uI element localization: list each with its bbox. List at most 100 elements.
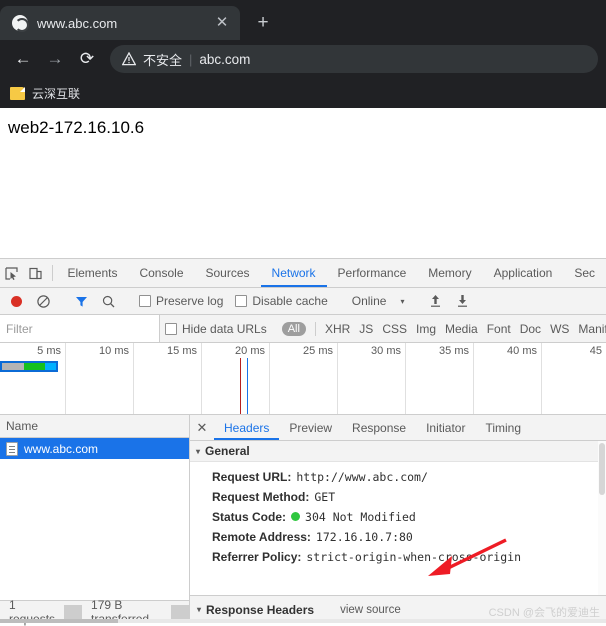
clear-button[interactable] bbox=[31, 290, 56, 312]
forward-button[interactable]: → bbox=[40, 44, 70, 74]
url-text: abc.com bbox=[199, 52, 250, 67]
network-filter-bar: Hide data URLs All XHR JS CSS Img Media … bbox=[0, 315, 606, 343]
new-tab-button[interactable]: + bbox=[246, 8, 280, 38]
warning-triangle-icon bbox=[122, 52, 136, 66]
general-rows: Request URL: http://www.abc.com/ Request… bbox=[190, 462, 606, 567]
header-key: Request Method: bbox=[212, 487, 309, 507]
preserve-log-label: Preserve log bbox=[156, 294, 223, 308]
filter-type-media[interactable]: Media bbox=[445, 322, 478, 336]
header-row-remote-address: Remote Address: 172.16.10.7:80 bbox=[212, 527, 606, 547]
request-details-pane: ✕ Headers Preview Response Initiator Tim… bbox=[190, 415, 606, 623]
devtools-tab-network[interactable]: Network bbox=[261, 259, 327, 287]
devtools-tab-performance[interactable]: Performance bbox=[327, 259, 418, 287]
tab-strip: www.abc.com ✕ + bbox=[0, 0, 606, 40]
export-har-icon[interactable] bbox=[450, 290, 475, 312]
reload-button[interactable]: ⟳ bbox=[72, 44, 102, 74]
tab-title: www.abc.com bbox=[37, 16, 203, 31]
devtools-panel: Elements Console Sources Network Perform… bbox=[0, 258, 606, 623]
filter-button[interactable] bbox=[69, 290, 94, 312]
security-status-text: 不安全 bbox=[143, 50, 182, 69]
devtools-tab-security[interactable]: Sec bbox=[563, 259, 606, 287]
devtools-tab-sources[interactable]: Sources bbox=[195, 259, 261, 287]
response-headers-title: Response Headers bbox=[206, 603, 314, 617]
table-row[interactable]: www.abc.com bbox=[0, 438, 189, 459]
search-button[interactable] bbox=[96, 290, 121, 312]
filter-type-doc[interactable]: Doc bbox=[520, 322, 541, 336]
devtools-tab-application[interactable]: Application bbox=[483, 259, 564, 287]
header-key: Status Code: bbox=[212, 507, 286, 527]
filter-divider bbox=[315, 322, 316, 336]
timeline-tick-label: 5 ms bbox=[37, 345, 65, 357]
timing-segment-stalled bbox=[2, 363, 24, 370]
chevron-down-icon: ▾ bbox=[196, 447, 200, 456]
filter-type-font[interactable]: Font bbox=[487, 322, 511, 336]
header-value: strict-origin-when-cross-origin bbox=[306, 547, 521, 567]
close-icon[interactable]: ✕ bbox=[212, 13, 232, 33]
scrollbar-thumb[interactable] bbox=[599, 443, 605, 495]
close-icon[interactable]: ✕ bbox=[190, 415, 214, 440]
filter-input[interactable] bbox=[0, 315, 160, 342]
checkbox-box bbox=[165, 323, 177, 335]
details-tab-timing[interactable]: Timing bbox=[475, 415, 531, 440]
status-divider bbox=[64, 605, 82, 619]
view-source-link[interactable]: view source bbox=[340, 604, 401, 616]
timeline-tick-label: 15 ms bbox=[167, 345, 201, 357]
header-row-request-url: Request URL: http://www.abc.com/ bbox=[212, 467, 606, 487]
navigation-bar: ← → ⟳ 不安全 | abc.com bbox=[0, 40, 606, 78]
preserve-log-checkbox[interactable]: Preserve log bbox=[134, 294, 228, 308]
network-overview-timeline[interactable]: 5 ms 10 ms 15 ms 20 ms 25 ms 30 ms 35 ms… bbox=[0, 343, 606, 415]
bookmarks-bar: 云深互联 bbox=[0, 78, 606, 108]
details-tab-initiator[interactable]: Initiator bbox=[416, 415, 475, 440]
filter-type-all[interactable]: All bbox=[282, 322, 306, 336]
filter-type-js[interactable]: JS bbox=[359, 322, 373, 336]
disable-cache-checkbox[interactable]: Disable cache bbox=[230, 294, 332, 308]
header-row-status-code: Status Code: 304 Not Modified bbox=[212, 507, 606, 527]
back-button[interactable]: ← bbox=[8, 44, 38, 74]
general-section-header[interactable]: ▾ General bbox=[190, 441, 606, 462]
filter-type-css[interactable]: CSS bbox=[382, 322, 407, 336]
vertical-scrollbar[interactable] bbox=[598, 441, 606, 595]
filter-type-xhr[interactable]: XHR bbox=[325, 322, 350, 336]
browser-tab[interactable]: www.abc.com ✕ bbox=[0, 6, 240, 40]
filter-type-manifest[interactable]: Manifest bbox=[578, 322, 606, 336]
import-har-icon[interactable] bbox=[423, 290, 448, 312]
hide-data-urls-checkbox[interactable]: Hide data URLs bbox=[160, 322, 272, 336]
throttle-value: Online bbox=[352, 294, 387, 308]
general-section-title: General bbox=[205, 444, 250, 458]
timing-segment-waiting bbox=[24, 363, 46, 370]
bookmark-item-label[interactable]: 云深互联 bbox=[32, 85, 80, 102]
record-button[interactable] bbox=[4, 290, 29, 312]
timeline-tick-label: 20 ms bbox=[235, 345, 269, 357]
filter-type-ws[interactable]: WS bbox=[550, 322, 569, 336]
header-key: Request URL: bbox=[212, 467, 291, 487]
dom-content-loaded-marker bbox=[240, 358, 241, 414]
details-tab-headers[interactable]: Headers bbox=[214, 415, 279, 440]
network-toolbar: Preserve log Disable cache Online ▾ bbox=[0, 288, 606, 315]
throttle-select[interactable]: Online ▾ bbox=[346, 294, 411, 308]
devtools-tab-console[interactable]: Console bbox=[128, 259, 194, 287]
requests-list: www.abc.com bbox=[0, 438, 189, 600]
resource-type-filters: All XHR JS CSS Img Media Font Doc WS Man… bbox=[272, 322, 606, 336]
header-key: Referrer Policy: bbox=[212, 547, 301, 567]
devtools-tab-bar: Elements Console Sources Network Perform… bbox=[0, 259, 606, 288]
hide-data-urls-label: Hide data URLs bbox=[182, 322, 267, 336]
header-key: Remote Address: bbox=[212, 527, 311, 547]
header-value: 172.16.10.7:80 bbox=[316, 527, 413, 547]
scrollbar-thumb[interactable] bbox=[0, 619, 118, 623]
requests-column-header[interactable]: Name bbox=[0, 415, 189, 438]
headers-content: ▾ General Request URL: http://www.abc.co… bbox=[190, 441, 606, 595]
status-badge bbox=[291, 512, 300, 521]
details-tab-response[interactable]: Response bbox=[342, 415, 416, 440]
timeline-tick-label: 35 ms bbox=[439, 345, 473, 357]
device-toolbar-icon[interactable] bbox=[24, 259, 48, 287]
toolbar-divider bbox=[52, 265, 53, 281]
address-bar[interactable]: 不安全 | abc.com bbox=[110, 45, 598, 73]
devtools-tab-memory[interactable]: Memory bbox=[417, 259, 482, 287]
browser-chrome: www.abc.com ✕ + ← → ⟳ 不安全 | abc.com 云深互联 bbox=[0, 0, 606, 108]
inspect-element-icon[interactable] bbox=[0, 259, 24, 287]
details-tab-preview[interactable]: Preview bbox=[279, 415, 342, 440]
devtools-tab-elements[interactable]: Elements bbox=[56, 259, 128, 287]
filter-type-img[interactable]: Img bbox=[416, 322, 436, 336]
response-headers-header[interactable]: ▾ Response Headers bbox=[197, 603, 314, 617]
document-icon bbox=[6, 442, 18, 456]
